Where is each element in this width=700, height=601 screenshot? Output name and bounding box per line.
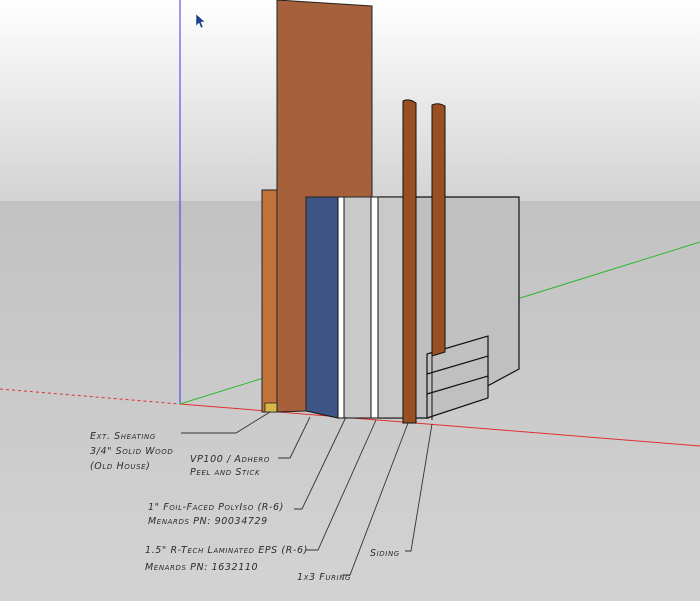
solid-wood-board[interactable]: [261, 189, 278, 413]
label-sheathing-line-2: 3/4" Solid Wood: [90, 446, 173, 457]
label-sheathing-line-3: (Old House): [90, 461, 150, 472]
eps-foam-edge: [370, 196, 379, 419]
label-vp100-line-1: VP100 / Adhero: [190, 454, 270, 465]
solid-wood-end: [264, 402, 278, 413]
label-siding: Siding: [370, 548, 400, 559]
label-furing: 1x3 Furing: [297, 572, 351, 583]
eps-foam-board[interactable]: [377, 196, 406, 419]
polyiso-edge: [337, 196, 345, 419]
polyiso-board[interactable]: [343, 196, 372, 419]
label-polyiso-line-2: Menards PN: 90034729: [148, 516, 268, 527]
label-siding-line-1: Siding: [370, 548, 400, 559]
label-sheathing-line-1: Ext. Sheating: [90, 431, 156, 442]
furring-strip-1[interactable]: [402, 99, 417, 424]
label-eps-line-1: 1.5" R-Tech Laminated EPS (R-6): [145, 545, 308, 556]
label-furing-line-1: 1x3 Furing: [297, 572, 351, 583]
label-eps-line-2: Menards PN: 1632110: [145, 562, 258, 573]
label-polyiso-line-1: 1" Foil-Faced PolyIso (R-6): [148, 502, 284, 513]
peel-and-stick-membrane[interactable]: [305, 196, 339, 419]
sketchup-viewport[interactable]: Ext. Sheating 3/4" Solid Wood (Old House…: [0, 0, 700, 601]
label-vp100-line-2: Peel and Stick: [190, 467, 261, 478]
